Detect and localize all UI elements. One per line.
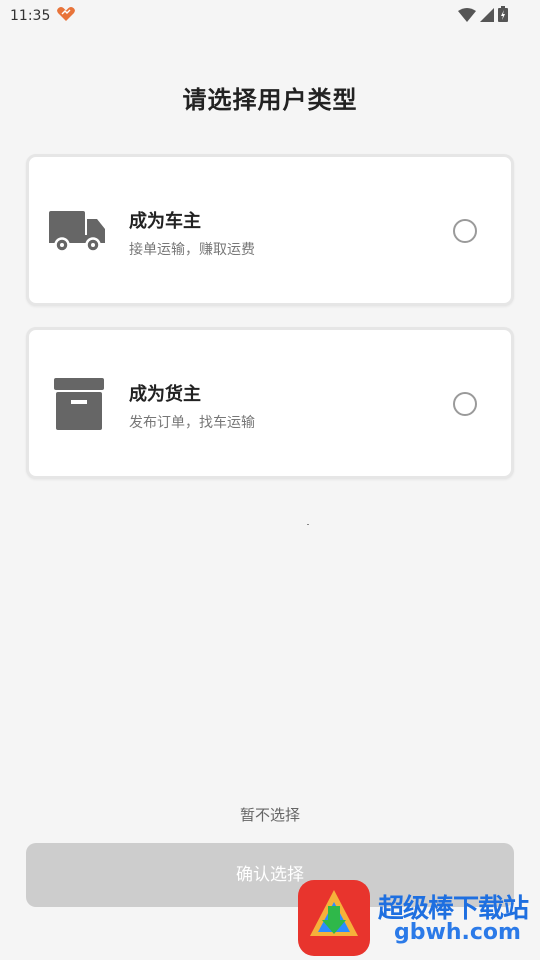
option-card-vehicle-owner[interactable]: 成为车主 接单运输，赚取运费 (26, 154, 514, 306)
option-description: 发布订单，找车运输 (129, 415, 255, 431)
status-time: 11:35 (10, 8, 51, 24)
app-notification-icon (56, 6, 76, 26)
option-radio[interactable] (453, 219, 477, 243)
option-title: 成为货主 (129, 384, 201, 405)
wifi-icon (458, 7, 476, 26)
watermark-logo (298, 880, 370, 956)
status-right (458, 6, 508, 26)
divider-dot (307, 524, 309, 525)
skip-link[interactable]: 暂不选择 (0, 804, 540, 825)
archive-box-icon (49, 378, 109, 430)
battery-icon (498, 6, 508, 26)
option-title: 成为车主 (129, 211, 201, 232)
option-radio[interactable] (453, 392, 477, 416)
watermark-site: gbwh.com (394, 920, 521, 945)
watermark: 超级棒下载站 gbwh.com (298, 880, 540, 960)
status-left: 11:35 (10, 6, 76, 26)
signal-icon (480, 7, 494, 26)
truck-icon (49, 205, 109, 257)
option-description: 接单运输，赚取运费 (129, 242, 255, 258)
option-card-cargo-owner[interactable]: 成为货主 发布订单，找车运输 (26, 327, 514, 479)
status-bar: 11:35 (0, 0, 540, 32)
page-title: 请选择用户类型 (182, 86, 358, 114)
